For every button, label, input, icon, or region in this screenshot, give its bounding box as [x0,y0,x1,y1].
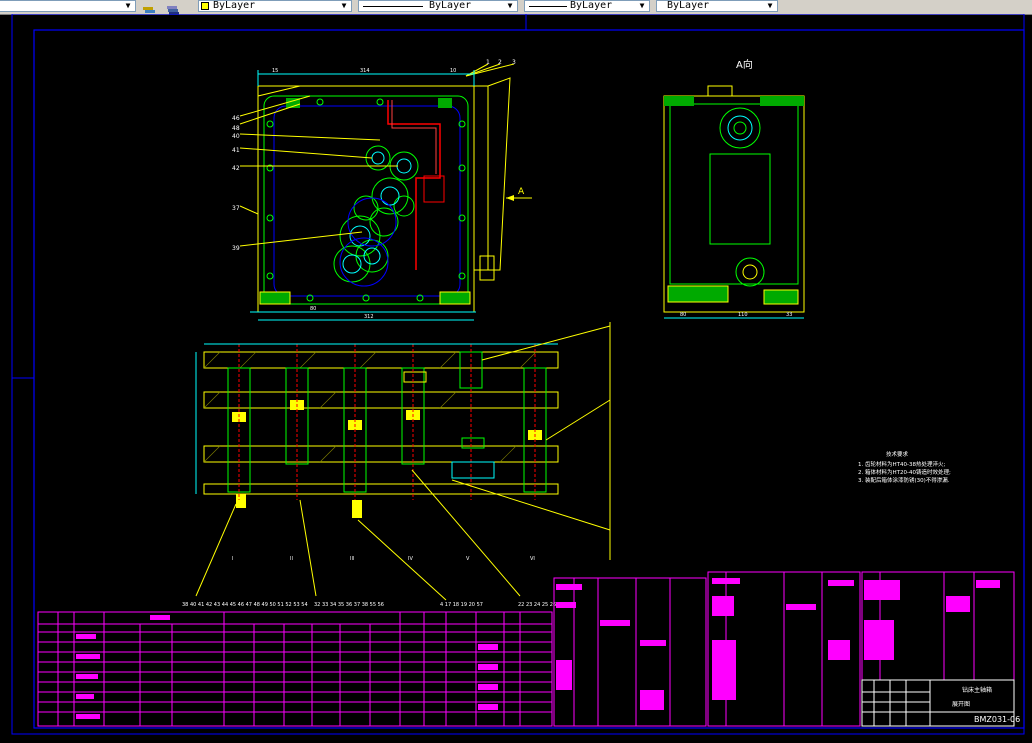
callout-3: 3 [512,59,516,66]
chevron-down-icon[interactable]: ▼ [123,1,133,11]
leader-group-4: 22 23 24 25 26 [518,602,556,608]
shaft-label-6: VI [530,556,535,562]
layer-states-icon[interactable] [142,1,156,13]
shaft-label-4: IV [408,556,413,562]
layer-previous-icon[interactable] [166,1,180,15]
lineweight-dropdown[interactable]: ByLayer ▼ [524,0,650,12]
dim-top-right: 10 [450,68,456,74]
technical-requirements: 技术要求 1. 齿轮材料为HT40-38热处理淬火; 2. 箱体材料为HT20-… [858,450,951,484]
requirement-2: 2. 箱体材料为HT20-40铸造时效处理; [858,468,951,476]
chevron-down-icon[interactable]: ▼ [637,1,647,11]
section-arrow-label: A [518,187,525,197]
shaft-label-1: I [232,556,233,562]
view-a-label: A向 [736,58,753,71]
svg-text:40: 40 [232,133,240,140]
gear-table [37,611,553,727]
shaft-label-3: III [350,556,354,562]
requirements-title: 技术要求 [886,450,909,458]
shaft-label-5: V [466,556,470,562]
linetype-sample [363,6,423,7]
side-dim-1: 80 [680,312,686,318]
layer-dropdown[interactable]: ▼ [0,0,136,12]
side-dim-2: 110 [738,312,748,318]
requirement-1: 1. 齿轮材料为HT40-38热处理淬火; [858,460,945,468]
dim-bottom-1: 80 [310,306,316,312]
svg-text:37: 37 [232,205,240,212]
title-block: 钻床主轴箱 展开图 BMZ031-06 [861,679,1020,727]
plotstyle-dropdown[interactable]: ByLayer ▼ [656,0,778,12]
shaft-label-2: II [290,556,293,562]
side-view-a: A向 80 110 33 [663,58,805,319]
svg-text:41: 41 [232,147,240,154]
sheet-title-text: 展开图 [952,701,970,708]
dim-top-width: 314 [360,68,370,74]
side-dim-3: 33 [786,312,792,318]
color-dropdown[interactable]: ByLayer ▼ [198,0,352,12]
linetype-label: ByLayer [429,0,472,11]
developed-section-view: I II III IV V VI 38 40 41 42 43 44 45 46… [182,322,611,608]
chevron-down-icon[interactable]: ▼ [339,1,349,11]
callout-1: 1 [486,59,490,66]
linetype-dropdown[interactable]: ByLayer ▼ [358,0,518,12]
color-label: ByLayer [213,0,256,11]
leader-group-3: 4 17 18 19 20 57 [440,602,483,608]
properties-toolbar: ▼ ByLayer ▼ ByLayer ▼ ByLayer ▼ ByLayer … [0,0,1032,15]
chevron-down-icon[interactable]: ▼ [505,1,515,11]
lineweight-label: ByLayer [570,0,613,11]
dim-bottom-width: 312 [364,314,374,320]
parts-list [553,571,1015,727]
lineweight-sample [529,6,567,7]
leader-group-2: 32 33 34 35 36 37 38 55 56 [314,602,384,608]
requirement-3: 3. 装配后箱体涂漆防锈(30)不得渗漏. [858,476,950,484]
dim-top-left: 15 [272,68,278,74]
leader-group-1: 38 40 41 42 43 44 45 46 47 48 49 50 51 5… [182,602,308,608]
callout-2: 2 [498,59,502,66]
plotstyle-label: ByLayer [667,0,710,11]
title-text: 钻床主轴箱 [962,686,992,694]
drawing-number: BMZ031-06 [974,715,1020,724]
svg-text:42: 42 [232,165,240,172]
front-view: 464840 414237 39 1 2 3 15 314 10 80 312 … [232,59,532,321]
color-swatch [201,2,209,10]
chevron-down-icon[interactable]: ▼ [765,1,775,11]
svg-text:48: 48 [232,125,240,132]
svg-text:39: 39 [232,245,240,252]
drawing-canvas[interactable]: 46 48 40 41 42 37 39 1 2 3 15 314 10 80 312 … [0,13,1032,739]
svg-text:46: 46 [232,115,240,122]
